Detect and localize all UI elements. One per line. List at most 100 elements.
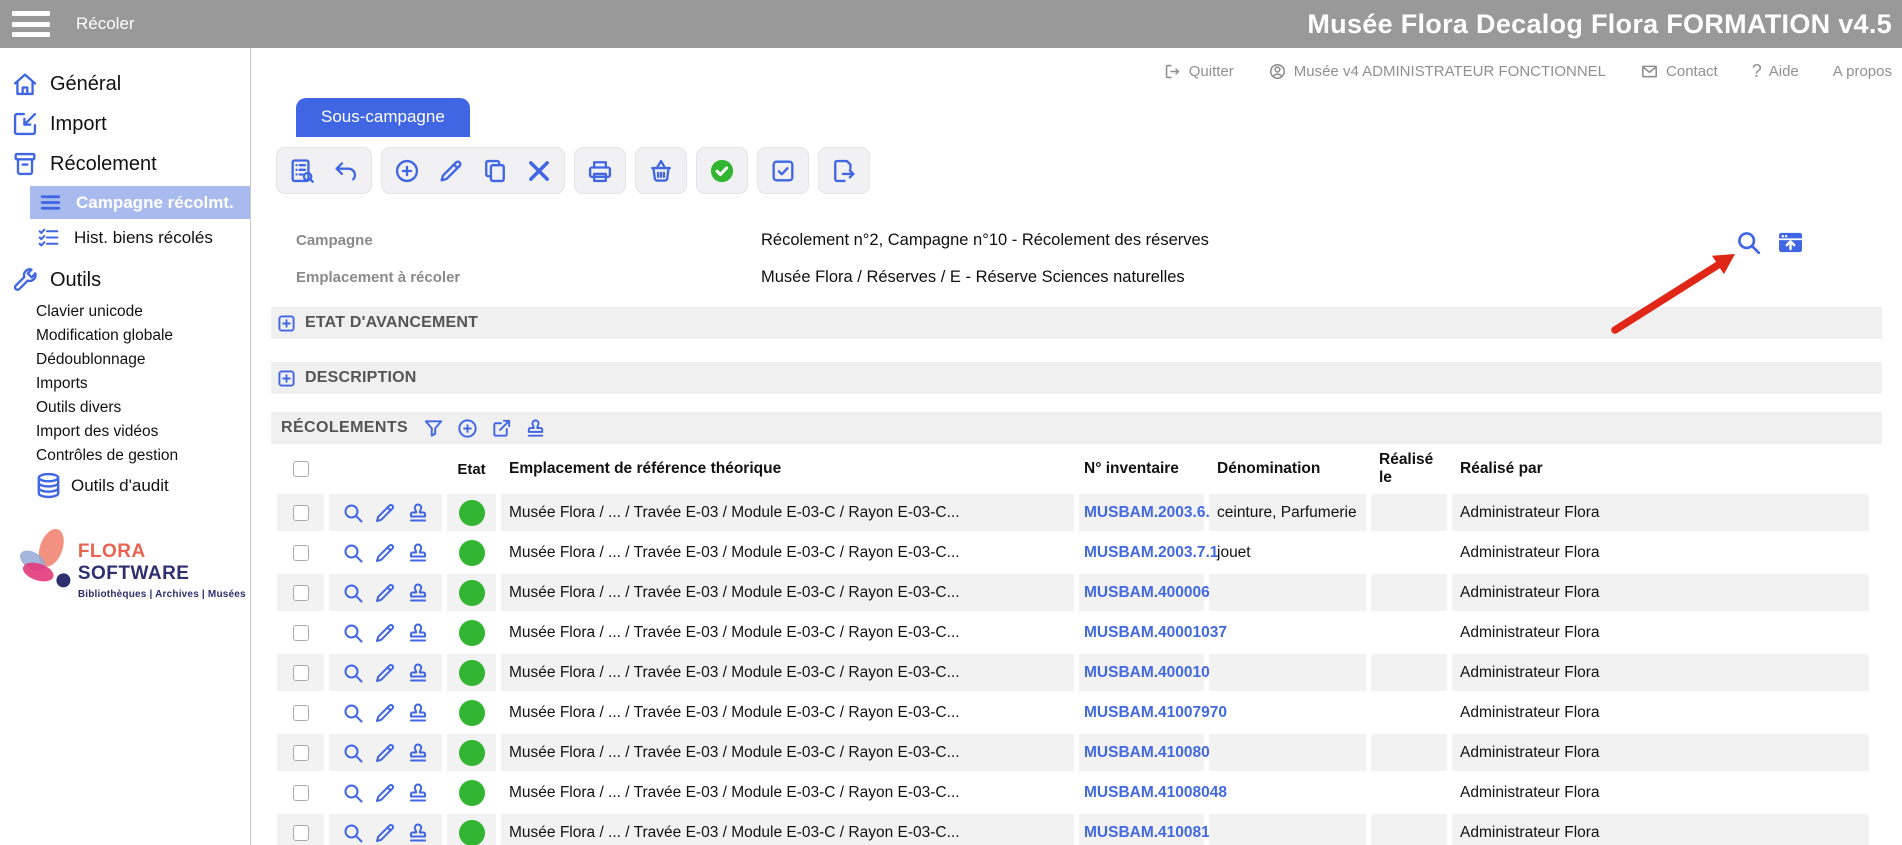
inventory-link[interactable]: MUSBAM.41008025 bbox=[1084, 744, 1227, 762]
cell-realise-le bbox=[1371, 574, 1447, 611]
section-description[interactable]: DESCRIPTION bbox=[271, 362, 1882, 394]
stamp-icon[interactable] bbox=[406, 581, 430, 605]
view-icon[interactable] bbox=[341, 621, 365, 645]
row-checkbox[interactable] bbox=[293, 785, 309, 801]
view-icon[interactable] bbox=[341, 781, 365, 805]
row-checkbox[interactable] bbox=[293, 825, 309, 841]
view-icon[interactable] bbox=[341, 501, 365, 525]
row-checkbox[interactable] bbox=[293, 505, 309, 521]
stamp-icon[interactable] bbox=[406, 661, 430, 685]
edit-icon[interactable] bbox=[373, 701, 397, 725]
window-open-icon[interactable] bbox=[1776, 228, 1805, 257]
sidebar-item-imports[interactable]: Imports bbox=[0, 372, 250, 396]
inventory-link[interactable]: MUSBAM.41007970 bbox=[1084, 704, 1227, 722]
inventory-link[interactable]: MUSBAM.2003.7.1 bbox=[1084, 544, 1218, 562]
contact-link[interactable]: Contact bbox=[1640, 62, 1718, 81]
view-icon[interactable] bbox=[341, 821, 365, 845]
expand-plus-icon[interactable] bbox=[278, 315, 295, 332]
edit-icon[interactable] bbox=[373, 581, 397, 605]
select-all-checkbox[interactable] bbox=[293, 461, 309, 477]
cell-emplacement: Musée Flora / ... / Travée E-03 / Module… bbox=[501, 494, 1074, 531]
section-title: ETAT D'AVANCEMENT bbox=[305, 314, 478, 332]
sidebar-item-outils-audit[interactable]: Outils d'audit bbox=[0, 468, 250, 503]
status-green-dot bbox=[459, 740, 485, 766]
table-row: Musée Flora / ... / Travée E-03 / Module… bbox=[271, 654, 1902, 691]
sidebar-item-import[interactable]: Import bbox=[0, 104, 250, 144]
row-checkbox[interactable] bbox=[293, 665, 309, 681]
row-checkbox[interactable] bbox=[293, 745, 309, 761]
menu-hamburger-icon[interactable] bbox=[12, 11, 50, 37]
edit-icon[interactable] bbox=[373, 741, 397, 765]
row-checkbox[interactable] bbox=[293, 705, 309, 721]
stamp-icon[interactable] bbox=[406, 501, 430, 525]
filter-icon[interactable] bbox=[422, 417, 445, 440]
inventory-link[interactable]: MUSBAM.40001094 bbox=[1084, 664, 1227, 682]
edit-icon[interactable] bbox=[373, 501, 397, 525]
undo-icon[interactable] bbox=[332, 157, 360, 185]
print-icon[interactable] bbox=[586, 157, 614, 185]
inventory-link[interactable]: MUSBAM.41008132 bbox=[1084, 824, 1227, 842]
cell-realise-par: Administrateur Flora bbox=[1452, 574, 1869, 611]
view-icon[interactable] bbox=[341, 581, 365, 605]
tab-sous-campagne[interactable]: Sous-campagne bbox=[296, 98, 470, 137]
row-checkbox[interactable] bbox=[293, 545, 309, 561]
sidebar-item-modification-globale[interactable]: Modification globale bbox=[0, 324, 250, 348]
view-icon[interactable] bbox=[341, 741, 365, 765]
inventory-link[interactable]: MUSBAM.41008048 bbox=[1084, 784, 1227, 802]
sidebar-item-label: Import bbox=[50, 113, 107, 136]
expand-plus-icon[interactable] bbox=[278, 370, 295, 387]
user-menu[interactable]: Musée v4 ADMINISTRATEUR FONCTIONNEL bbox=[1268, 62, 1606, 81]
sidebar-item-import-des-videos[interactable]: Import des vidéos bbox=[0, 420, 250, 444]
sidebar-item-campagne-recolmt[interactable]: Campagne récolmt. bbox=[30, 186, 250, 219]
stamp-icon[interactable] bbox=[406, 621, 430, 645]
inventory-link[interactable]: MUSBAM.40001037 bbox=[1084, 624, 1227, 642]
validate-icon[interactable] bbox=[708, 157, 736, 185]
list-search-icon[interactable] bbox=[288, 157, 316, 185]
status-green-dot bbox=[459, 820, 485, 845]
apropos-link[interactable]: A propos bbox=[1833, 63, 1892, 80]
sidebar-item-clavier-unicode[interactable]: Clavier unicode bbox=[0, 300, 250, 324]
cell-emplacement: Musée Flora / ... / Travée E-03 / Module… bbox=[501, 774, 1074, 811]
sidebar-item-outils-divers[interactable]: Outils divers bbox=[0, 396, 250, 420]
stamp-icon[interactable] bbox=[406, 541, 430, 565]
sidebar-item-controles-de-gestion[interactable]: Contrôles de gestion bbox=[0, 444, 250, 468]
sidebar-item-outils[interactable]: Outils bbox=[0, 260, 250, 300]
sidebar-item-general[interactable]: Général bbox=[0, 64, 250, 104]
export-icon[interactable] bbox=[830, 157, 858, 185]
stamp-icon[interactable] bbox=[406, 701, 430, 725]
add-icon[interactable] bbox=[393, 157, 421, 185]
quitter-link[interactable]: Quitter bbox=[1163, 62, 1234, 81]
cell-realise-par: Administrateur Flora bbox=[1452, 694, 1869, 731]
basket-icon[interactable] bbox=[647, 157, 675, 185]
row-checkbox[interactable] bbox=[293, 585, 309, 601]
add-recolement-icon[interactable] bbox=[456, 417, 479, 440]
edit-icon[interactable] bbox=[373, 661, 397, 685]
checkbox-checked-icon[interactable] bbox=[769, 157, 797, 185]
stamp-icon[interactable] bbox=[406, 741, 430, 765]
cell-denomination bbox=[1209, 814, 1366, 845]
edit-icon[interactable] bbox=[373, 821, 397, 845]
stamp-icon[interactable] bbox=[406, 781, 430, 805]
view-icon[interactable] bbox=[341, 661, 365, 685]
aide-link[interactable]: ? Aide bbox=[1752, 61, 1799, 82]
edit-icon[interactable] bbox=[373, 781, 397, 805]
open-external-icon[interactable] bbox=[490, 417, 513, 440]
sidebar-item-hist-biens-recoles[interactable]: Hist. biens récolés bbox=[0, 221, 250, 254]
sidebar-item-label: Outils bbox=[50, 269, 101, 292]
delete-icon[interactable] bbox=[525, 157, 553, 185]
edit-icon[interactable] bbox=[373, 541, 397, 565]
row-checkbox[interactable] bbox=[293, 625, 309, 641]
sidebar-item-recolement[interactable]: Récolement bbox=[0, 144, 250, 184]
flora-software-logo: FLORA SOFTWARE Bibliothèques | Archives … bbox=[14, 519, 250, 600]
search-icon[interactable] bbox=[1734, 228, 1763, 257]
sidebar-item-dedoublonnage[interactable]: Dédoublonnage bbox=[0, 348, 250, 372]
edit-icon[interactable] bbox=[373, 621, 397, 645]
section-etat-avancement[interactable]: ETAT D'AVANCEMENT bbox=[271, 307, 1882, 339]
view-icon[interactable] bbox=[341, 541, 365, 565]
stamp-icon[interactable] bbox=[406, 821, 430, 845]
view-icon[interactable] bbox=[341, 701, 365, 725]
edit-icon[interactable] bbox=[437, 157, 465, 185]
inventory-link[interactable]: MUSBAM.40000674 bbox=[1084, 584, 1227, 602]
stamp-icon[interactable] bbox=[524, 417, 547, 440]
copy-icon[interactable] bbox=[481, 157, 509, 185]
